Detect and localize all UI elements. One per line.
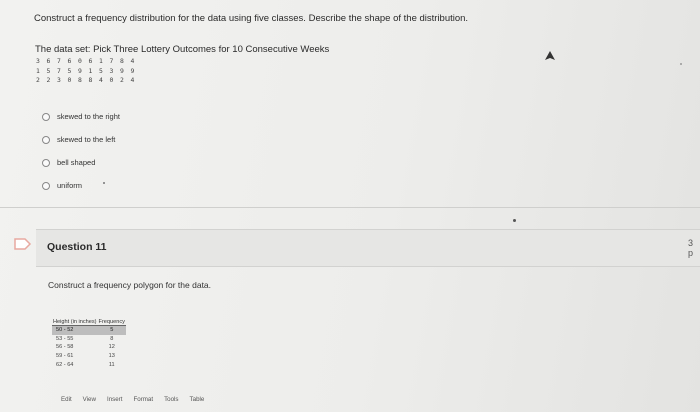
height-cell: 59 - 61 (56, 353, 74, 360)
table-row: 56 - 58 12 (52, 343, 126, 352)
radio-button[interactable] (42, 135, 50, 144)
option-skewed-left[interactable]: skewed to the left (42, 128, 120, 151)
question-prompt: Construct a frequency distribution for t… (34, 13, 469, 24)
frequency-cell: 5 (97, 325, 126, 335)
question-points: 3 p (688, 238, 694, 258)
question-10-panel: Construct a frequency distribution for t… (0, 0, 700, 207)
stray-mark (103, 182, 105, 184)
frequency-cell: 8 (110, 335, 114, 342)
menu-view[interactable]: View (83, 396, 96, 403)
menu-insert[interactable]: Insert (107, 396, 122, 403)
height-cell: 56 - 58 (56, 344, 74, 351)
stray-mark (513, 219, 516, 222)
option-uniform[interactable]: uniform (42, 174, 120, 197)
frequency-cell: 11 (108, 361, 115, 368)
height-cell: 62 - 64 (56, 361, 74, 368)
data-set: 3 6 7 6 0 6 1 7 8 4 1 5 7 5 9 1 5 3 9 9 … (36, 57, 136, 86)
data-row: 2 2 3 0 8 8 4 0 2 4 (36, 76, 136, 85)
data-row: 3 6 7 6 0 6 1 7 8 4 (36, 57, 136, 65)
stray-mark (680, 63, 682, 65)
height-cell: 50 - 52 (52, 325, 98, 335)
column-header-height: Height (in inches) (52, 319, 98, 326)
dataset-title: The data set: Pick Three Lottery Outcome… (35, 44, 330, 55)
radio-button[interactable] (42, 158, 50, 167)
frequency-cell: 12 (108, 344, 115, 351)
menu-edit[interactable]: Edit (61, 396, 72, 403)
menu-format[interactable]: Format (133, 396, 153, 403)
mouse-pointer-icon (545, 51, 555, 60)
question-11-header (36, 229, 700, 267)
table-row: 59 - 61 13 (52, 352, 126, 361)
option-label: bell shaped (57, 158, 96, 167)
option-label: uniform (57, 181, 83, 190)
question-divider (0, 207, 700, 208)
frequency-table: Height (in inches) Frequency 50 - 52 5 5… (52, 319, 126, 369)
table-row: 62 - 64 11 (52, 360, 126, 369)
option-bell-shaped[interactable]: bell shaped (42, 151, 120, 174)
column-header-frequency: Frequency (97, 319, 126, 326)
editor-menu-bar: Edit View Insert Format Tools Table (61, 396, 204, 403)
unanswered-flag-icon (14, 238, 32, 250)
question-prompt: Construct a frequency polygon for the da… (48, 280, 212, 290)
table-row: 53 - 55 8 (52, 335, 126, 344)
height-cell: 53 - 55 (56, 335, 74, 342)
menu-tools[interactable]: Tools (164, 396, 178, 403)
frequency-cell: 13 (108, 353, 115, 360)
radio-button[interactable] (42, 181, 50, 190)
data-row: 1 5 7 5 9 1 5 3 9 9 (36, 66, 136, 75)
answer-options: skewed to the right skewed to the left b… (42, 105, 120, 197)
menu-table[interactable]: Table (190, 396, 205, 403)
question-title: Question 11 (47, 241, 107, 253)
option-label: skewed to the right (57, 112, 120, 121)
radio-button[interactable] (42, 112, 50, 121)
table-row: 50 - 52 5 (52, 325, 126, 335)
option-label: skewed to the left (57, 135, 116, 144)
option-skewed-right[interactable]: skewed to the right (42, 105, 120, 128)
